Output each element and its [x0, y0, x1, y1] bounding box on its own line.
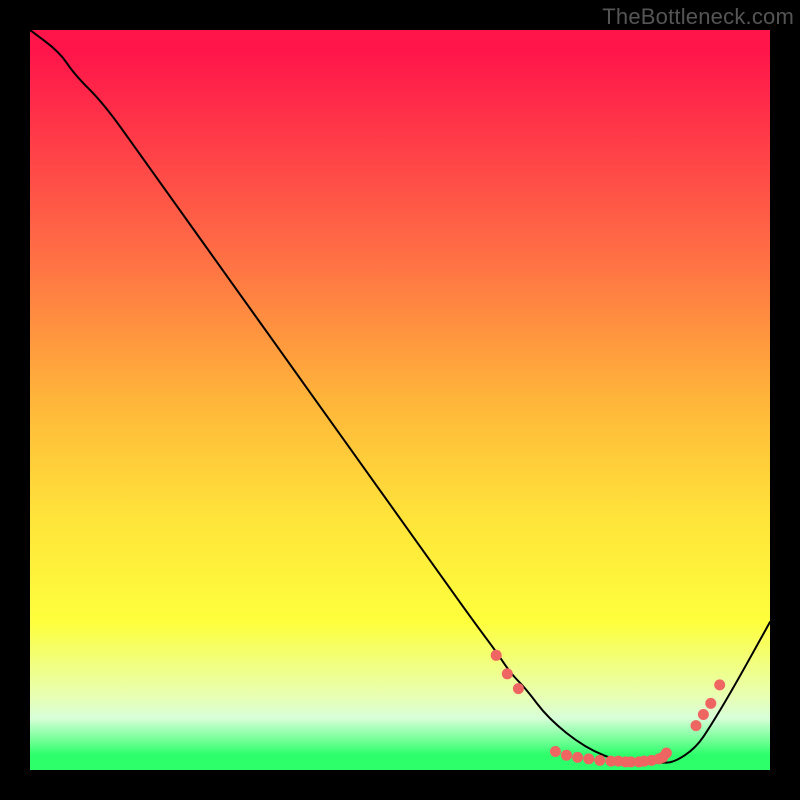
chart-marker: [561, 750, 572, 761]
chart-marker: [502, 668, 513, 679]
chart-marker: [513, 683, 524, 694]
chart-container: TheBottleneck.com: [0, 0, 800, 800]
chart-marker: [583, 753, 594, 764]
chart-marker: [594, 755, 605, 766]
chart-markers: [491, 650, 726, 768]
chart-marker: [705, 698, 716, 709]
chart-svg: [30, 30, 770, 770]
chart-marker: [714, 679, 725, 690]
chart-marker: [572, 752, 583, 763]
chart-marker: [661, 748, 672, 759]
chart-marker: [698, 709, 709, 720]
watermark-text: TheBottleneck.com: [602, 4, 794, 30]
chart-marker: [550, 746, 561, 757]
plot-area: [30, 30, 770, 770]
chart-marker: [491, 650, 502, 661]
bottleneck-curve: [30, 30, 770, 763]
chart-marker: [691, 720, 702, 731]
